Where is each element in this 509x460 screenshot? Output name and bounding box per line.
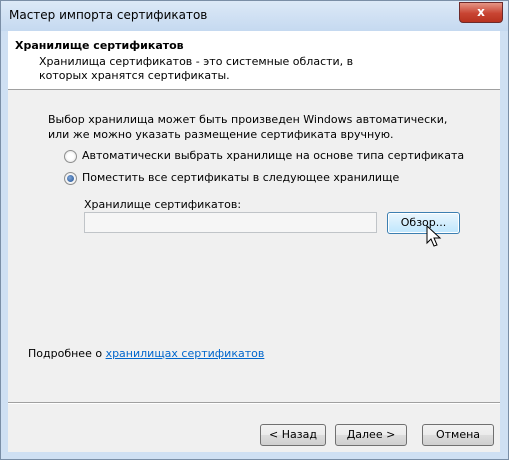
radio-selected-dot	[67, 175, 74, 182]
window-title: Мастер импорта сертификатов	[9, 8, 208, 22]
close-button[interactable]: x	[459, 2, 503, 23]
close-icon: x	[477, 5, 485, 19]
radio-button-unselected[interactable]	[64, 150, 77, 163]
browse-button[interactable]: Обзор...	[387, 212, 460, 234]
radio-label-manual[interactable]: Поместить все сертификаты в следующее хр…	[82, 171, 399, 184]
intro-text: Выбор хранилища может быть произведен Wi…	[48, 113, 448, 141]
back-button[interactable]: < Назад	[260, 424, 326, 446]
radio-button-selected[interactable]	[64, 172, 77, 185]
certificate-import-wizard-window: Мастер импорта сертификатов x Хранилище …	[0, 0, 509, 460]
mouse-pointer-icon	[426, 225, 442, 247]
cancel-button[interactable]: Отмена	[422, 424, 494, 446]
certificate-stores-link[interactable]: хранилищах сертификатов	[106, 347, 265, 360]
more-info-prefix: Подробнее о	[28, 347, 106, 360]
page-title: Хранилище сертификатов	[15, 39, 184, 52]
footer-separator	[8, 402, 500, 404]
certificate-store-label: Хранилище сертификатов:	[84, 198, 242, 211]
radio-label-auto[interactable]: Автоматически выбрать хранилище на основ…	[82, 149, 464, 162]
certificate-store-field	[84, 212, 377, 233]
next-button[interactable]: Далее >	[335, 424, 407, 446]
wizard-client-area: Хранилище сертификатов Хранилища сертифи…	[8, 31, 500, 452]
more-info-text: Подробнее о хранилищах сертификатов	[28, 347, 264, 360]
page-description: Хранилища сертификатов - это системные о…	[39, 55, 354, 82]
wizard-header: Хранилище сертификатов Хранилища сертифи…	[8, 31, 500, 90]
title-bar: Мастер импорта сертификатов x	[1, 1, 508, 31]
